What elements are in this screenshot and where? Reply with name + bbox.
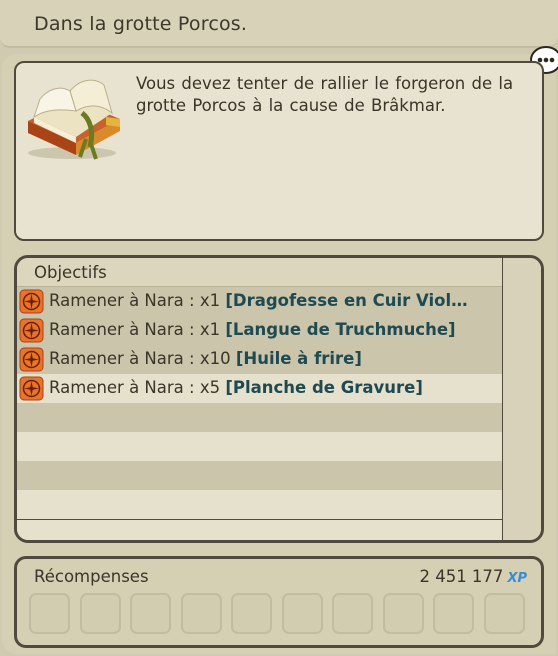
quest-title-bar: Dans la grotte Porcos.: [0, 0, 558, 48]
empty-row: [17, 519, 502, 540]
objective-item-link[interactable]: [Langue de Truchmuche]: [225, 320, 455, 339]
xp-icon: XP: [507, 571, 527, 586]
reward-slot[interactable]: [484, 593, 525, 634]
rewards-panel: Récompenses 2 451 177 XP: [14, 556, 544, 648]
rewards-label: Récompenses: [34, 567, 149, 586]
reward-slot[interactable]: [433, 593, 474, 634]
objectives-panel: Objectifs Ramener à Nara : x1 [Dragofess…: [14, 255, 544, 543]
objective-row: Ramener à Nara : x1 [Dragofesse en Cuir …: [17, 287, 502, 316]
empty-row: [17, 403, 502, 432]
empty-row: [17, 490, 502, 519]
objective-item-link[interactable]: [Planche de Gravure]: [225, 378, 423, 397]
compass-icon: [19, 289, 44, 314]
compass-icon: [19, 376, 44, 401]
xp-reward: 2 451 177 XP: [419, 567, 527, 586]
objective-text: Ramener à Nara : x1: [49, 291, 226, 310]
reward-slot[interactable]: [231, 593, 272, 634]
xp-value: 2 451 177: [419, 567, 504, 586]
objectives-label: Objectifs: [34, 263, 107, 282]
reward-slot[interactable]: [80, 593, 121, 634]
book-icon: [28, 79, 120, 160]
quest-description-box: Vous devez tenter de rallier le forgeron…: [14, 61, 544, 241]
reward-slot[interactable]: [29, 593, 70, 634]
reward-slot[interactable]: [332, 593, 373, 634]
objective-item-link[interactable]: [Huile à frire]: [236, 349, 362, 368]
reward-slot[interactable]: [130, 593, 171, 634]
objectives-scrollbar[interactable]: [502, 258, 541, 540]
objective-row: Ramener à Nara : x5 [Planche de Gravure]: [17, 374, 502, 403]
objective-row: Ramener à Nara : x1 [Langue de Truchmuch…: [17, 316, 502, 345]
objectives-header: Objectifs: [17, 258, 502, 287]
quest-title: Dans la grotte Porcos.: [34, 13, 248, 35]
objective-text: Ramener à Nara : x5: [49, 378, 226, 397]
quest-description: Vous devez tenter de rallier le forgeron…: [136, 74, 514, 115]
objective-item-link[interactable]: [Dragofesse en Cuir Viol…: [225, 291, 467, 310]
objective-text: Ramener à Nara : x1: [49, 320, 226, 339]
reward-slot[interactable]: [282, 593, 323, 634]
compass-icon: [19, 347, 44, 372]
reward-slot[interactable]: [181, 593, 222, 634]
reward-slot[interactable]: [383, 593, 424, 634]
compass-icon: [19, 318, 44, 343]
empty-row: [17, 461, 502, 490]
empty-row: [17, 432, 502, 461]
objective-text: Ramener à Nara : x10: [49, 349, 236, 368]
objective-row: Ramener à Nara : x10 [Huile à frire]: [17, 345, 502, 374]
